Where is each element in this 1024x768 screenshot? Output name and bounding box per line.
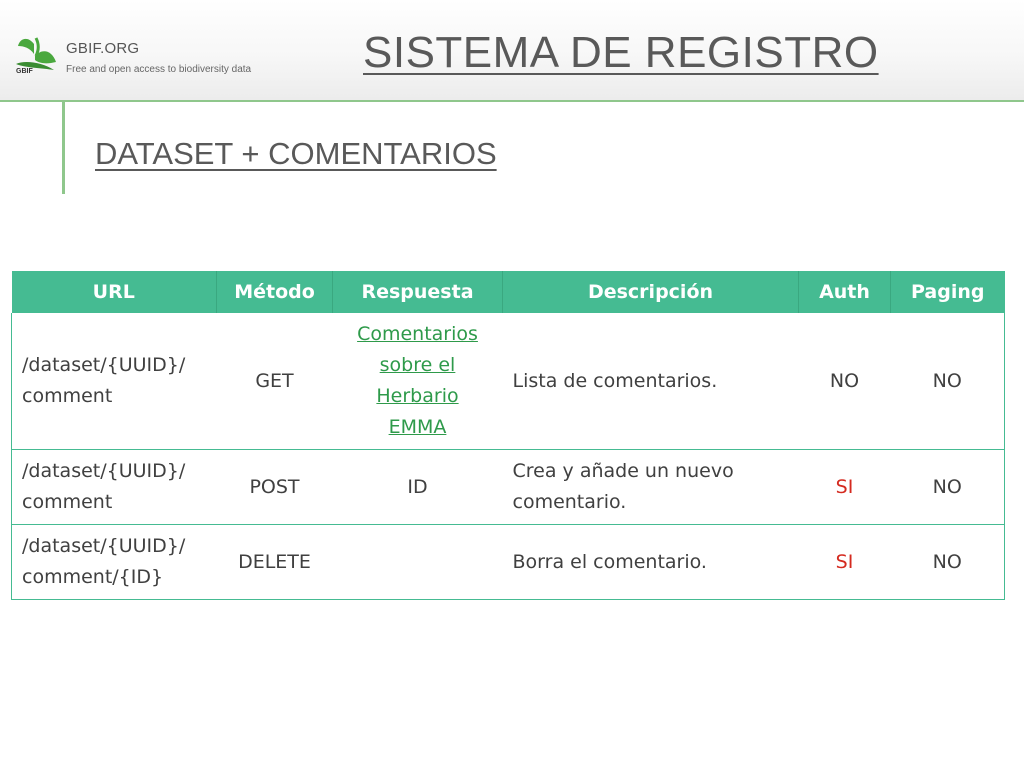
api-endpoints-table: URL Método Respuesta Descripción Auth Pa…	[11, 271, 1005, 600]
url-line: /dataset/{UUID}/	[22, 460, 186, 482]
section-subtitle: DATASET + COMENTARIOS	[95, 136, 497, 171]
cell-response	[332, 524, 503, 600]
cell-description: Borra el comentario.	[502, 524, 799, 600]
page-title: SISTEMA DE REGISTRO	[363, 28, 879, 77]
cell-method: GET	[216, 313, 333, 450]
cell-url: /dataset/{UUID}/ comment	[11, 449, 217, 525]
column-header-description: Descripción	[502, 271, 799, 313]
description-line: comentario.	[512, 491, 627, 513]
url-line: comment	[22, 491, 113, 513]
column-header-method: Método	[216, 271, 333, 313]
cell-method: POST	[216, 449, 333, 525]
cell-description: Crea y añade un nuevo comentario.	[502, 449, 799, 525]
url-line: /dataset/{UUID}/	[22, 535, 186, 557]
cell-description: Lista de comentarios.	[502, 313, 799, 450]
cell-response: Comentarios sobre el Herbario EMMA	[332, 313, 503, 450]
header-band: GBIF GBIF.ORG Free and open access to bi…	[0, 0, 1024, 102]
url-line: /dataset/{UUID}/	[22, 354, 186, 376]
column-header-url: URL	[11, 271, 217, 313]
response-link[interactable]: Comentarios sobre el Herbario EMMA	[357, 323, 478, 438]
cell-response: ID	[332, 449, 503, 525]
section-accent-rule	[62, 100, 65, 194]
cell-auth: SI	[798, 449, 891, 525]
cell-paging: NO	[890, 524, 1005, 600]
table-row: /dataset/{UUID}/ comment GET Comentarios…	[11, 313, 1005, 450]
column-header-paging: Paging	[890, 271, 1005, 313]
logo-tagline: Free and open access to biodiversity dat…	[66, 64, 252, 75]
column-header-response: Respuesta	[332, 271, 503, 313]
cell-auth: SI	[798, 524, 891, 600]
url-line: comment/{ID}	[22, 566, 164, 588]
table-row: /dataset/{UUID}/ comment POST ID Crea y …	[11, 449, 1005, 525]
cell-url: /dataset/{UUID}/ comment/{ID}	[11, 524, 217, 600]
cell-method: DELETE	[216, 524, 333, 600]
table-row: /dataset/{UUID}/ comment/{ID} DELETE Bor…	[11, 524, 1005, 600]
cell-url: /dataset/{UUID}/ comment	[11, 313, 217, 450]
response-link-line: sobre el	[379, 354, 456, 376]
table-header-row: URL Método Respuesta Descripción Auth Pa…	[11, 271, 1005, 313]
url-line: comment	[22, 385, 113, 407]
cell-auth: NO	[798, 313, 891, 450]
response-link-line: Herbario	[376, 385, 459, 407]
response-link-line: EMMA	[388, 416, 447, 438]
cell-paging: NO	[890, 449, 1005, 525]
description-line: Crea y añade un nuevo	[512, 460, 734, 482]
response-link-line: Comentarios	[357, 323, 478, 345]
logo-title: GBIF.ORG	[66, 40, 140, 57]
cell-paging: NO	[890, 313, 1005, 450]
logo-wordmark: GBIF	[16, 68, 33, 75]
gbif-logo[interactable]: GBIF GBIF.ORG Free and open access to bi…	[12, 32, 282, 82]
column-header-auth: Auth	[798, 271, 891, 313]
